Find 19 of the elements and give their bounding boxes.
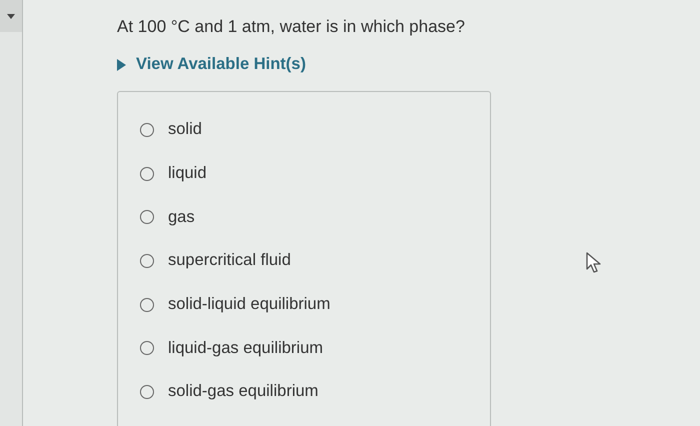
radio-button[interactable] bbox=[140, 254, 154, 268]
option-label: solid-gas equilibrium bbox=[168, 382, 318, 402]
option-label: liquid-gas equilibrium bbox=[168, 338, 323, 358]
question-text: At 100 °C and 1 atm, water is in which phase? bbox=[117, 17, 466, 37]
hint-toggle[interactable]: View Available Hint(s) bbox=[117, 55, 306, 74]
option-label: supercritical fluid bbox=[168, 251, 291, 270]
radio-button[interactable] bbox=[140, 341, 154, 356]
radio-button[interactable] bbox=[140, 384, 154, 399]
dropdown-toggle[interactable] bbox=[0, 0, 22, 32]
option-label: solid-liquid equilibrium bbox=[168, 295, 330, 314]
radio-button[interactable] bbox=[140, 122, 154, 137]
radio-button[interactable] bbox=[140, 210, 154, 224]
radio-button[interactable] bbox=[140, 166, 154, 181]
mouse-pointer-icon bbox=[586, 252, 602, 274]
option-label: solid bbox=[168, 120, 202, 140]
radio-button[interactable] bbox=[140, 298, 154, 312]
caret-icon bbox=[7, 14, 15, 18]
option-label: liquid bbox=[168, 164, 207, 184]
option-label: gas bbox=[168, 208, 195, 227]
